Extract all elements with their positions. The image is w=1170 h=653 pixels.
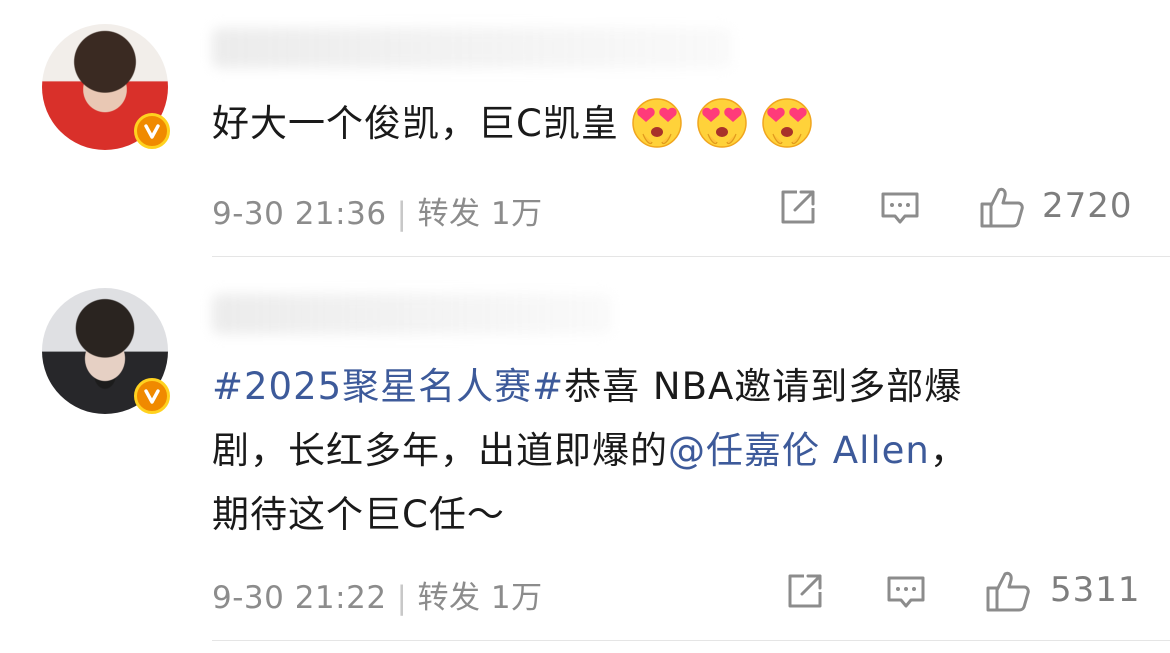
comment-line-3: 期待这个巨C任～ bbox=[212, 483, 1112, 547]
comment-meta: 9-30 21:36 | 转发 1万 bbox=[212, 196, 543, 232]
divider bbox=[212, 256, 1170, 257]
comment-text-body: 好大一个俊凯，巨C凯皇 bbox=[212, 102, 619, 145]
comment-meta: 9-30 21:22 | 转发 1万 bbox=[212, 580, 543, 616]
comment-line-1: #2025聚星名人赛#恭喜 NBA邀请到多部爆 bbox=[212, 355, 1112, 419]
repost-label: 转发 bbox=[417, 196, 481, 232]
comment-icon[interactable] bbox=[879, 188, 921, 230]
like-icon[interactable] bbox=[984, 568, 1032, 614]
heart-eyes-emoji-icon bbox=[697, 97, 747, 148]
share-icon[interactable] bbox=[784, 570, 826, 612]
username-blurred[interactable] bbox=[212, 294, 612, 334]
username-blurred[interactable] bbox=[212, 28, 732, 68]
divider bbox=[212, 640, 1170, 641]
comment-icon[interactable] bbox=[885, 572, 927, 614]
comment-text-body: 期待这个巨C任～ bbox=[212, 493, 505, 536]
like-count: 2720 bbox=[1042, 186, 1133, 226]
heart-eyes-emoji-icon bbox=[632, 97, 682, 148]
like-count: 5311 bbox=[1050, 570, 1141, 610]
verified-badge-icon bbox=[134, 113, 170, 149]
repost-label: 转发 bbox=[417, 580, 481, 616]
comment-line-2: 剧，长红多年，出道即爆的@任嘉伦 Allen， bbox=[212, 419, 1112, 483]
timestamp: 9-30 21:36 bbox=[212, 196, 387, 232]
comment-text: #2025聚星名人赛#恭喜 NBA邀请到多部爆 剧，长红多年，出道即爆的@任嘉伦… bbox=[212, 355, 1112, 547]
comment-text-body: 恭喜 NBA邀请到多部爆 bbox=[564, 365, 963, 408]
repost-count: 1万 bbox=[490, 580, 543, 616]
hashtag-link[interactable]: #2025聚星名人赛# bbox=[212, 365, 564, 408]
comment-text-punct: ， bbox=[929, 429, 968, 472]
like-icon[interactable] bbox=[978, 184, 1026, 230]
verified-badge-icon bbox=[134, 378, 170, 414]
repost-count: 1万 bbox=[490, 196, 543, 232]
share-icon[interactable] bbox=[777, 186, 819, 228]
comment-text: 好大一个俊凯，巨C凯皇 bbox=[212, 92, 1112, 156]
comment-text-body: 剧，长红多年，出道即爆的 bbox=[212, 429, 668, 472]
timestamp: 9-30 21:22 bbox=[212, 580, 387, 616]
heart-eyes-emoji-icon bbox=[762, 97, 812, 148]
mention-link[interactable]: @任嘉伦 Allen bbox=[668, 429, 930, 472]
